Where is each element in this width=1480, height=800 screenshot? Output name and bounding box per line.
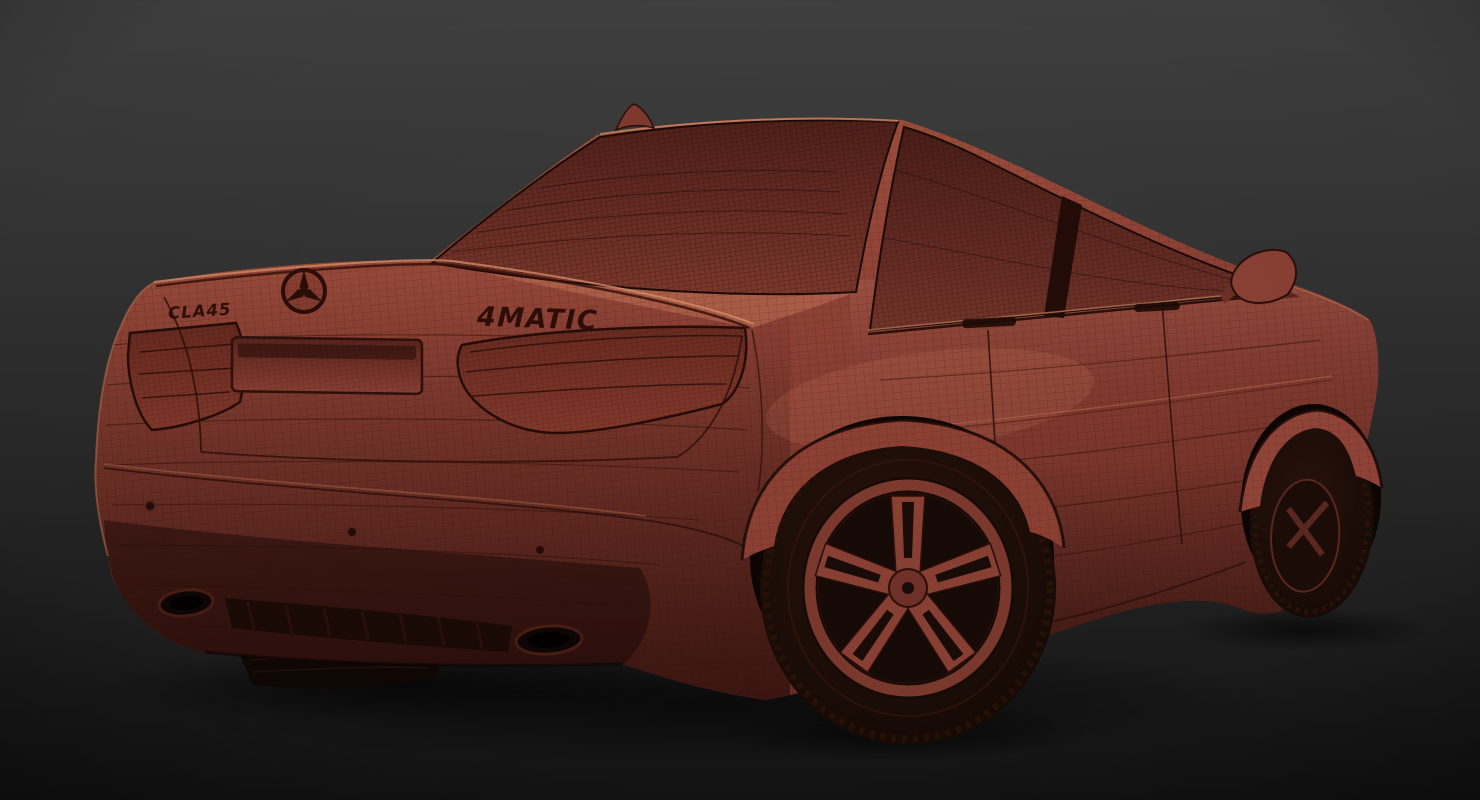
vignette-overlay [0, 0, 1480, 800]
viewport-canvas[interactable]: Wireframe-shaded 3D model of a Mercedes-… [0, 0, 1480, 800]
